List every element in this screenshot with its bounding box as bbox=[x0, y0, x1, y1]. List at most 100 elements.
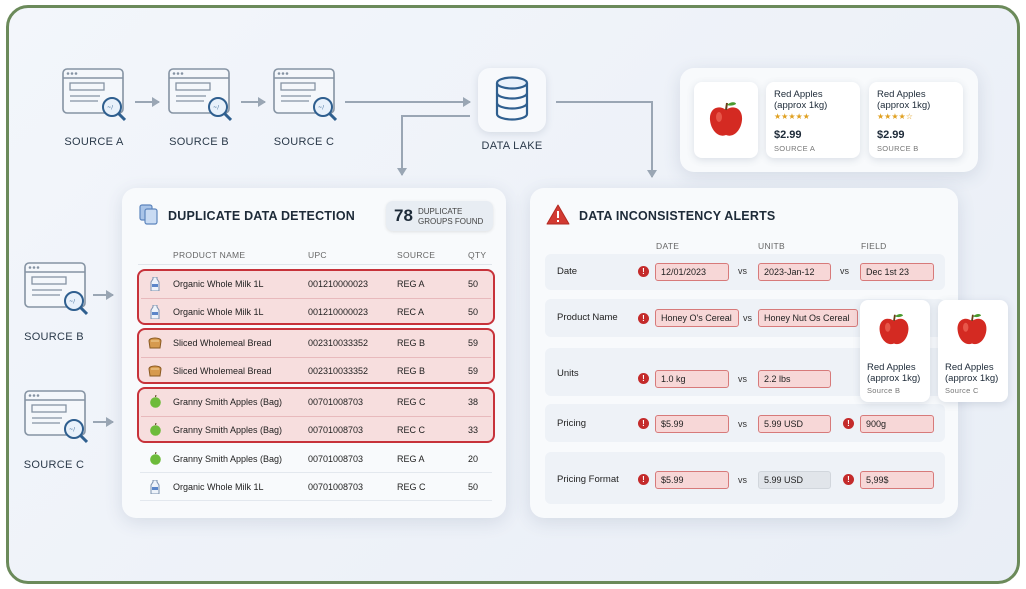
alert-value-2[interactable]: Honey Nut Os Cereal bbox=[758, 309, 858, 327]
table-row[interactable]: Sliced Wholemeal Bread 002310033352 REG … bbox=[140, 357, 492, 385]
alert-value-1[interactable]: $5.99 bbox=[655, 471, 729, 489]
cell-qty: 38 bbox=[468, 397, 479, 407]
connector bbox=[556, 101, 652, 103]
arrow bbox=[93, 290, 114, 300]
product-source: Source C bbox=[945, 386, 979, 395]
col-product-name[interactable]: PRODUCT NAME bbox=[173, 250, 245, 260]
duplicate-count-badge[interactable]: 78 DUPLICATE GROUPS FOUND bbox=[386, 201, 493, 231]
product-name-line1: Red Apples bbox=[877, 89, 926, 100]
product-image-card bbox=[694, 82, 758, 158]
cell-source: REG A bbox=[397, 279, 425, 289]
cell-source: REC C bbox=[397, 425, 426, 435]
apple-icon bbox=[148, 422, 162, 437]
product-name-line2: (approx 1kg) bbox=[774, 100, 828, 111]
duplicate-title: DUPLICATE DATA DETECTION bbox=[168, 209, 355, 223]
duplicate-count-label: DUPLICATE GROUPS FOUND bbox=[418, 207, 490, 227]
cell-product-name: Sliced Wholemeal Bread bbox=[173, 366, 272, 376]
source-c-icon bbox=[273, 68, 337, 122]
bread-icon bbox=[148, 364, 162, 378]
alert-value-1[interactable]: 12/01/2023 bbox=[655, 263, 729, 281]
source-b-left-label: SOURCE B bbox=[24, 331, 84, 343]
vs-label: vs bbox=[738, 475, 747, 485]
alert-value-1[interactable]: Honey O's Cereal bbox=[655, 309, 739, 327]
cell-source: REC A bbox=[397, 307, 425, 317]
cell-qty: 59 bbox=[468, 338, 479, 348]
connector bbox=[402, 115, 470, 117]
table-row[interactable]: Granny Smith Apples (Bag) 00701008703 RE… bbox=[140, 416, 492, 444]
alert-value-2[interactable]: 2023-Jan-12 bbox=[758, 263, 831, 281]
alert-value-1[interactable]: $5.99 bbox=[655, 415, 729, 433]
cell-qty: 20 bbox=[468, 454, 479, 464]
table-row[interactable]: Organic Whole Milk 1L 001210000023 REG A… bbox=[140, 270, 492, 298]
table-row[interactable]: Sliced Wholemeal Bread 002310033352 REG … bbox=[140, 329, 492, 357]
alert-field-name: Date bbox=[557, 266, 578, 277]
alert-value-3[interactable]: Dec 1st 23 bbox=[860, 263, 934, 281]
col-upc[interactable]: UPC bbox=[308, 250, 327, 260]
alert-value-3[interactable]: 900g bbox=[860, 415, 934, 433]
cell-qty: 50 bbox=[468, 279, 479, 289]
source-c-left-label: SOURCE C bbox=[23, 459, 85, 471]
product-source: Source B bbox=[867, 386, 901, 395]
product-card-source-a[interactable]: Red Apples (approx 1kg) ★★★★★ $2.99 SOUR… bbox=[766, 82, 860, 158]
rating-stars: ★★★★☆ bbox=[877, 112, 913, 121]
product-source: SOURCE B bbox=[877, 144, 919, 153]
cell-qty: 50 bbox=[468, 307, 479, 317]
milk-icon bbox=[148, 304, 162, 320]
vs-label: vs bbox=[743, 313, 752, 323]
table-row[interactable]: Granny Smith Apples (Bag) 00701008703 RE… bbox=[140, 445, 492, 473]
alert-value-2[interactable]: 5.99 USD bbox=[758, 415, 831, 433]
data-lake-box[interactable] bbox=[478, 68, 546, 132]
col-qty[interactable]: QTY bbox=[468, 250, 486, 260]
vs-label: vs bbox=[738, 266, 747, 276]
table-row[interactable]: Organic Whole Milk 1L 001210000023 REC A… bbox=[140, 298, 492, 326]
col-source[interactable]: SOURCE bbox=[397, 250, 435, 260]
product-name-line2: (approx 1kg) bbox=[877, 100, 931, 111]
product-name-line1: Red Apples bbox=[945, 362, 994, 373]
table-row[interactable]: Organic Whole Milk 1L 00701008703 REG C … bbox=[140, 473, 492, 501]
bread-icon bbox=[148, 336, 162, 350]
count-label-line1: DUPLICATE bbox=[418, 207, 463, 216]
source-b-label: SOURCE B bbox=[169, 136, 229, 148]
alert-value-2[interactable]: 2.2 lbs bbox=[758, 370, 831, 388]
cell-upc: 00701008703 bbox=[308, 425, 364, 435]
milk-icon bbox=[148, 276, 162, 292]
alert-field-name: Units bbox=[557, 368, 579, 379]
apple-icon bbox=[709, 102, 743, 136]
product-price: $2.99 bbox=[877, 129, 905, 141]
cell-qty: 50 bbox=[468, 482, 479, 492]
floating-product-card-c[interactable]: Red Apples (approx 1kg) Source C bbox=[938, 300, 1008, 402]
cell-upc: 00701008703 bbox=[308, 454, 364, 464]
vs-label: vs bbox=[738, 374, 747, 384]
product-name-line1: Red Apples bbox=[867, 362, 916, 373]
arrow bbox=[241, 97, 266, 107]
table-row[interactable]: Granny Smith Apples (Bag) 00701008703 RE… bbox=[140, 388, 492, 416]
cell-product-name: Organic Whole Milk 1L bbox=[173, 482, 264, 492]
error-icon: ! bbox=[638, 373, 649, 384]
product-name-line2: (approx 1kg) bbox=[945, 373, 999, 384]
arrow-down-right bbox=[647, 101, 657, 178]
floating-product-card-b[interactable]: Red Apples (approx 1kg) Source B bbox=[860, 300, 930, 402]
duplicate-count: 78 bbox=[394, 206, 413, 225]
warning-icon bbox=[546, 204, 570, 225]
alert-field-name: Product Name bbox=[557, 312, 618, 323]
alert-value-3[interactable]: 5,99$ bbox=[860, 471, 934, 489]
col-date[interactable]: DATE bbox=[656, 241, 679, 251]
product-compare-panel: Red Apples (approx 1kg) ★★★★★ $2.99 SOUR… bbox=[680, 68, 978, 172]
product-price: $2.99 bbox=[774, 129, 802, 141]
source-a-icon bbox=[62, 68, 126, 122]
cell-source: REG B bbox=[397, 338, 426, 348]
arrow bbox=[135, 97, 160, 107]
product-name-line2: (approx 1kg) bbox=[867, 373, 921, 384]
source-b-left-icon bbox=[24, 262, 88, 316]
arrow-down-left bbox=[397, 115, 407, 176]
error-icon: ! bbox=[638, 313, 649, 324]
col-field[interactable]: FIELD bbox=[861, 241, 887, 251]
col-unitb[interactable]: UNITB bbox=[758, 241, 785, 251]
copy-icon bbox=[139, 204, 158, 225]
apple-icon bbox=[148, 451, 162, 466]
alert-value-2[interactable]: 5.99 USD bbox=[758, 471, 831, 489]
apple-icon bbox=[148, 394, 162, 409]
source-a-label: SOURCE A bbox=[64, 136, 124, 148]
product-card-source-b[interactable]: Red Apples (approx 1kg) ★★★★☆ $2.99 SOUR… bbox=[869, 82, 963, 158]
alert-value-1[interactable]: 1.0 kg bbox=[655, 370, 729, 388]
